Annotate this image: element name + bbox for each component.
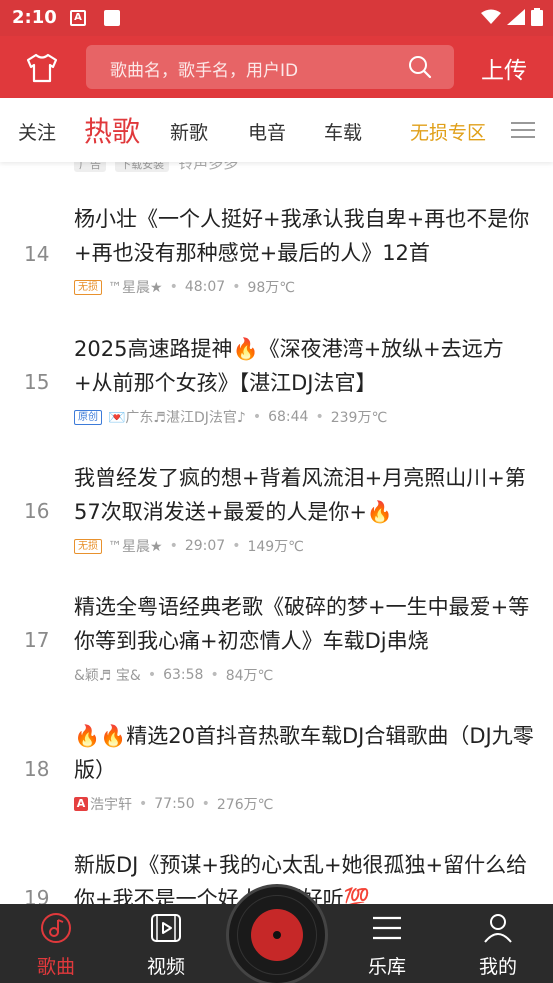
song-uploader: 💌广东♬湛江DJ法官♪ xyxy=(108,410,246,426)
song-title: 杨小壮《一个人挺好+我承认我自卑+再也不是你+再也没有那种感觉+最后的人》12首 xyxy=(74,207,530,265)
song-uploader: ™星晨★ xyxy=(108,280,163,296)
song-rank: 18 xyxy=(24,757,50,781)
song-meta: 无损 ™星晨★ • 48:07 • 98万℃ xyxy=(74,277,295,297)
nav-library-label: 乐库 xyxy=(367,956,406,978)
nav-songs[interactable]: 歌曲 xyxy=(16,904,96,983)
song-heat: 98万℃ xyxy=(247,280,295,296)
song-meta: &颖♬ 宝& • 63:58 • 84万℃ xyxy=(74,667,274,684)
song-rank: 16 xyxy=(24,499,50,523)
song-meta: A 浩宇轩 • 77:50 • 276万℃ xyxy=(74,794,273,814)
song-rank: 19 xyxy=(24,886,50,904)
song-list[interactable]: 广告 下载安装 铃声多多 14 杨小壮《一个人挺好+我承认我自卑+再也不是你+再… xyxy=(0,162,553,904)
song-heat: 84万℃ xyxy=(225,668,274,684)
lossless-badge: 无损 xyxy=(74,538,102,554)
signal-icon xyxy=(507,9,525,25)
tab-new-songs[interactable]: 新歌 xyxy=(170,118,208,145)
status-time: 2:10 xyxy=(12,7,57,28)
nav-videos-label: 视频 xyxy=(146,956,185,978)
search-icon[interactable] xyxy=(408,55,432,79)
song-uploader: ™星晨★ xyxy=(108,539,163,555)
tab-hot-songs[interactable]: 热歌 xyxy=(84,110,140,150)
song-meta: 原创 💌广东♬湛江DJ法官♪ • 68:44 • 239万℃ xyxy=(74,407,387,427)
top-app-bar: 歌曲名，歌手名，用户ID 上传 xyxy=(0,36,553,98)
nav-profile-label: 我的 xyxy=(478,956,517,978)
original-badge: 原创 xyxy=(74,409,102,425)
ad-chip: 广告 xyxy=(74,162,106,172)
song-title: 精选全粤语经典老歌《破碎的梦+一生中最爱+等你等到我心痛+初恋情人》车载Dj串烧 xyxy=(74,595,530,653)
song-rank: 14 xyxy=(24,242,50,266)
user-icon xyxy=(484,914,512,943)
search-placeholder: 歌曲名，歌手名，用户ID xyxy=(110,61,299,81)
song-heat: 276万℃ xyxy=(216,797,274,813)
song-duration: 77:50 xyxy=(154,796,195,812)
uploader-a-icon: A xyxy=(74,797,88,811)
category-tabs: 关注 热歌 新歌 电音 车载 无损专区 xyxy=(0,98,553,162)
now-playing-disc[interactable] xyxy=(226,884,328,983)
nav-songs-label: 歌曲 xyxy=(36,956,75,978)
song-heat: 149万℃ xyxy=(247,539,304,555)
song-uploader: &颖♬ 宝& xyxy=(74,668,141,684)
lossless-badge: 无损 xyxy=(74,279,102,295)
video-icon xyxy=(151,914,181,942)
song-title: 2025高速路提神🔥《深夜港湾+放纵+去远方+从前那个女孩》【湛江DJ法官】 xyxy=(74,337,504,395)
battery-icon xyxy=(531,8,543,26)
nav-videos[interactable]: 视频 xyxy=(126,904,206,983)
skin-shirt-icon[interactable] xyxy=(26,53,58,83)
system-icons xyxy=(481,8,543,26)
tab-follow[interactable]: 关注 xyxy=(18,118,56,145)
tab-lossless-zone[interactable]: 无损专区 xyxy=(410,118,486,145)
disc-hole xyxy=(273,931,281,939)
music-note-icon xyxy=(41,913,71,943)
nav-library[interactable]: 乐库 xyxy=(347,904,427,983)
search-input[interactable]: 歌曲名，歌手名，用户ID xyxy=(86,45,454,89)
song-duration: 48:07 xyxy=(184,279,226,295)
song-meta: 无损 ™星晨★ • 29:07 • 149万℃ xyxy=(74,536,304,556)
upload-button[interactable]: 上传 xyxy=(481,51,527,85)
song-uploader: 浩宇轩 xyxy=(90,797,132,813)
tab-electronic[interactable]: 电音 xyxy=(248,118,286,145)
song-rank: 15 xyxy=(24,370,50,394)
ad-source: 铃声多多 xyxy=(178,162,239,172)
nav-profile[interactable]: 我的 xyxy=(458,904,538,983)
download-chip: 下载安装 xyxy=(115,162,170,172)
song-duration: 68:44 xyxy=(268,409,309,425)
wifi-icon xyxy=(481,9,501,24)
ad-row-partial: 广告 下载安装 铃声多多 xyxy=(74,162,238,172)
notification-a-icon: A xyxy=(70,10,86,26)
song-title: 我曾经发了疯的想+背着风流泪+月亮照山川+第57次取消发送+最爱的人是你+🔥 xyxy=(74,466,526,524)
list-icon xyxy=(373,916,401,940)
song-title: 🔥🔥精选20首抖音热歌车载DJ合辑歌曲（DJ九零版） xyxy=(74,724,534,782)
tab-car[interactable]: 车载 xyxy=(324,118,362,145)
tab-menu-icon[interactable] xyxy=(511,122,535,138)
song-rank: 17 xyxy=(24,628,50,652)
song-duration: 29:07 xyxy=(184,538,226,554)
song-heat: 239万℃ xyxy=(330,410,388,426)
status-bar: 2:10 A xyxy=(0,0,553,36)
song-duration: 63:58 xyxy=(163,667,204,683)
notification-square-icon xyxy=(104,10,120,26)
